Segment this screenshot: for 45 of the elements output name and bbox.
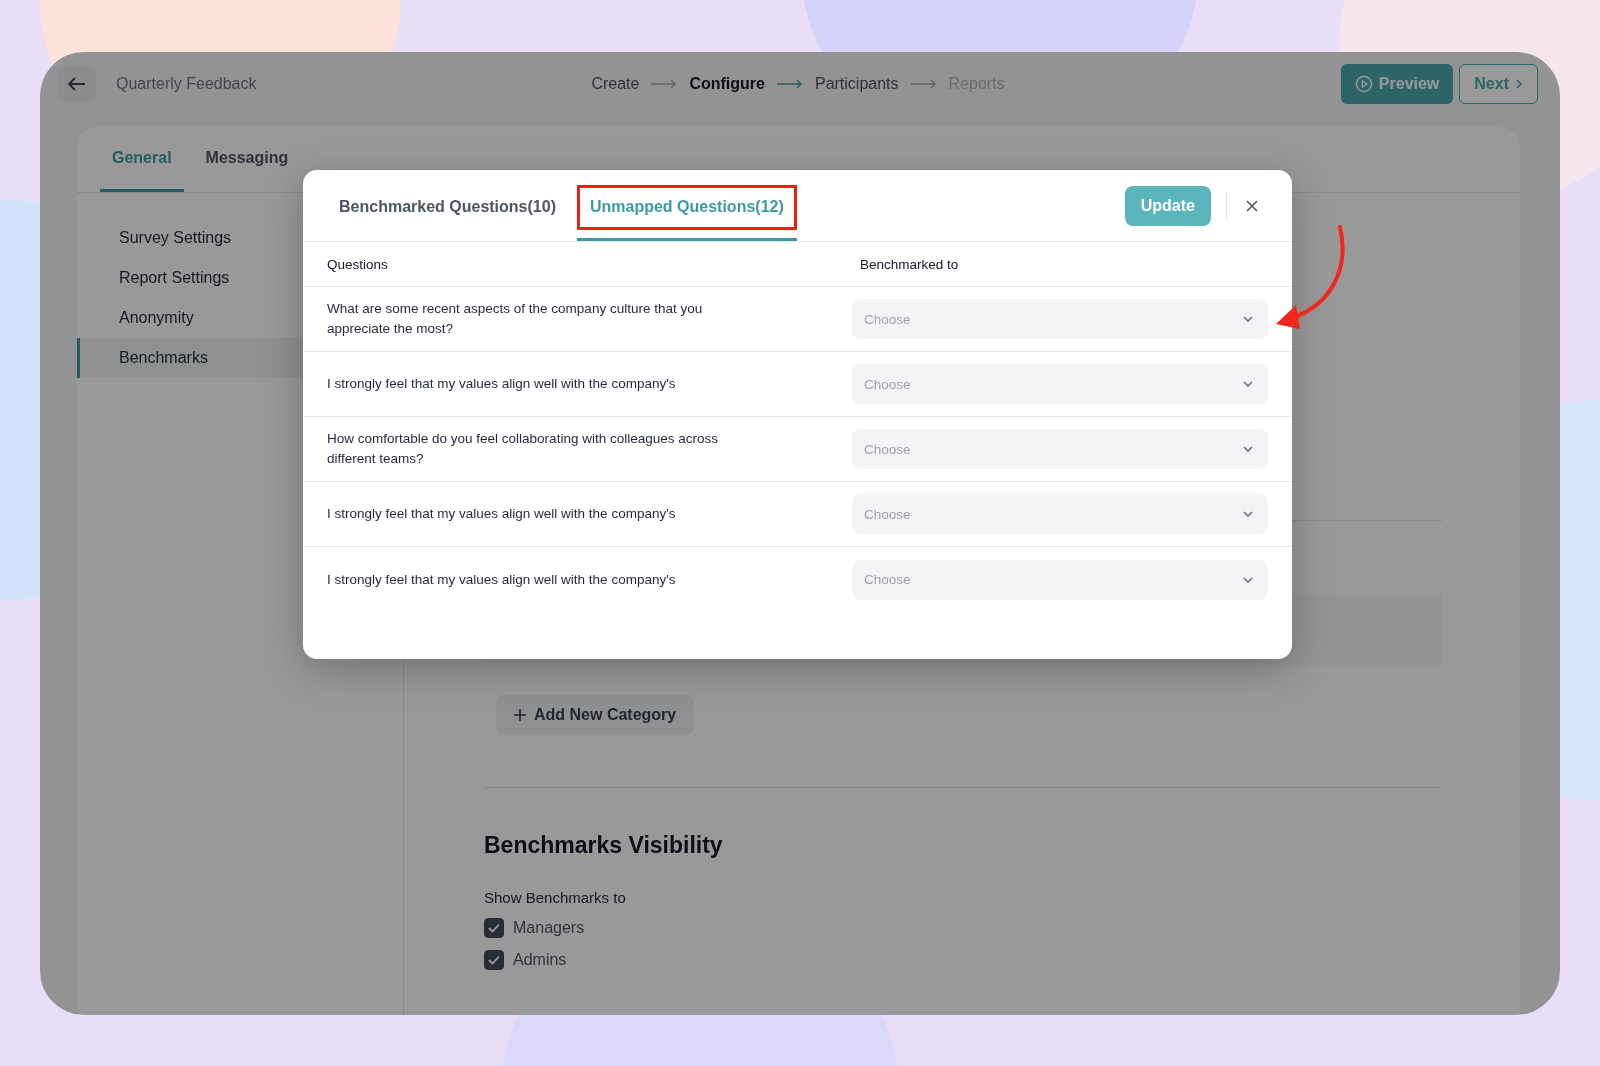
check-icon — [488, 955, 500, 965]
column-header: Questions — [327, 256, 389, 272]
question-text: I strongly feel that my values align well with the company's — [327, 505, 677, 523]
section-heading: Benchmarks Visibility — [484, 832, 723, 859]
question-text: I strongly feel that my values align well with the company's — [327, 570, 677, 589]
chevron-down-icon — [1242, 575, 1254, 584]
right-arrow-icon — [651, 79, 678, 89]
benchmark-dropdown[interactable]: Choose — [852, 559, 1268, 600]
step-label[interactable]: Create — [591, 75, 640, 93]
modal-tab[interactable]: Unmapped Questions(12) — [576, 170, 797, 241]
play-circle-icon — [1354, 75, 1373, 93]
plus-icon — [514, 709, 526, 721]
update-button[interactable]: Update — [1124, 185, 1211, 226]
benchmark-dropdown[interactable]: Choose — [852, 364, 1268, 404]
close-icon — [1246, 199, 1258, 212]
back-arrow-icon — [68, 77, 86, 91]
question-text: I strongly feel that my values align well with the company's — [327, 375, 677, 393]
benchmark-dropdown[interactable]: Choose — [852, 429, 1268, 469]
checkbox-label: Admins — [513, 951, 567, 969]
chevron-down-icon — [1242, 380, 1254, 388]
benchmark-dropdown[interactable]: Choose — [852, 299, 1268, 339]
step-label[interactable]: Participants — [814, 75, 899, 93]
checkbox-label: Managers — [513, 919, 585, 937]
next-button[interactable]: Next — [1459, 64, 1538, 104]
chevron-down-icon — [1242, 445, 1254, 453]
step-label[interactable]: Configure — [689, 75, 765, 93]
checkbox[interactable] — [484, 950, 504, 970]
right-arrow-icon — [910, 79, 937, 89]
chevron-down-icon — [1242, 510, 1254, 518]
settings-tab[interactable]: General — [100, 127, 184, 192]
chevron-down-icon — [1242, 315, 1254, 323]
preview-button[interactable]: Preview — [1340, 64, 1454, 104]
question-text: How comfortable do you feel collaborating with colleagues across different teams? — [327, 430, 719, 468]
survey-title: Quarterly Feedback — [116, 75, 257, 93]
question-text: What are some recent aspects of the company culture that you appreciate the most? — [327, 300, 704, 338]
add-category-button[interactable]: Add New Category — [496, 695, 695, 735]
back-button[interactable] — [58, 65, 96, 103]
section-subtitle: Show Benchmarks to — [484, 889, 626, 906]
settings-tab[interactable]: Messaging — [193, 127, 301, 192]
benchmark-dropdown[interactable]: Choose — [852, 494, 1268, 534]
check-icon — [488, 923, 500, 933]
column-header: Benchmarked to — [859, 256, 960, 272]
chevron-right-icon — [1515, 78, 1523, 90]
right-arrow-icon — [776, 79, 803, 89]
checkbox[interactable] — [484, 918, 504, 938]
